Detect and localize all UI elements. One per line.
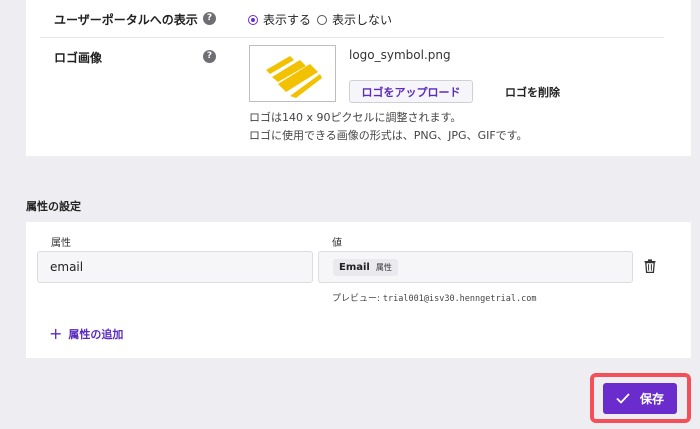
radio-show-label: 表示する	[263, 13, 312, 27]
upload-logo-button[interactable]: ロゴをアップロード	[349, 80, 473, 103]
value-chip-type: 属性	[375, 262, 392, 272]
radio-show[interactable]: 表示する	[248, 11, 311, 28]
help-icon[interactable]: ?	[203, 50, 216, 63]
radio-hide[interactable]: 表示しない	[317, 11, 392, 28]
portal-display-label: ユーザーポータルへの表示	[54, 13, 198, 27]
value-column-header: 値	[332, 238, 342, 249]
value-input[interactable]: Email 属性	[318, 251, 633, 283]
row-divider	[40, 37, 664, 38]
radio-unselected-icon[interactable]	[317, 14, 327, 25]
save-button[interactable]: 保存	[603, 383, 677, 414]
radio-hide-label: 表示しない	[332, 13, 393, 27]
logo-preview	[249, 45, 336, 102]
value-chip[interactable]: Email 属性	[333, 258, 398, 276]
logo-image-label: ロゴ画像	[54, 51, 103, 65]
preview-label: プレビュー:	[332, 294, 381, 304]
attribute-input[interactable]: email	[37, 251, 313, 283]
delete-row-icon[interactable]	[644, 258, 656, 277]
attribute-settings-title: 属性の設定	[26, 200, 81, 213]
value-chip-label: Email	[339, 261, 370, 273]
help-icon[interactable]: ?	[203, 12, 216, 25]
attribute-input-value: email	[50, 260, 84, 274]
logo-symbol-icon	[266, 56, 322, 98]
logo-format-note: ロゴに使用できる画像の形式は、PNG、JPG、GIFです。	[249, 129, 528, 142]
check-icon	[616, 393, 630, 404]
attribute-card	[26, 222, 691, 358]
add-attribute-label: 属性の追加	[68, 328, 124, 341]
plus-icon: +	[49, 324, 63, 343]
logo-filename: logo_symbol.png	[349, 48, 451, 62]
logo-size-note: ロゴは140 x 90ピクセルに調整されます。	[249, 111, 462, 124]
preview-value: trial001@isv30.henngetrial.com	[382, 294, 537, 304]
attribute-column-header: 属性	[51, 238, 71, 249]
delete-logo-button[interactable]: ロゴを削除	[505, 84, 560, 100]
radio-selected-icon[interactable]	[248, 14, 258, 25]
preview-text: プレビュー: trial001@isv30.henngetrial.com	[332, 291, 536, 304]
save-button-label: 保存	[639, 392, 664, 406]
add-attribute-button[interactable]: + 属性の追加	[49, 326, 123, 342]
